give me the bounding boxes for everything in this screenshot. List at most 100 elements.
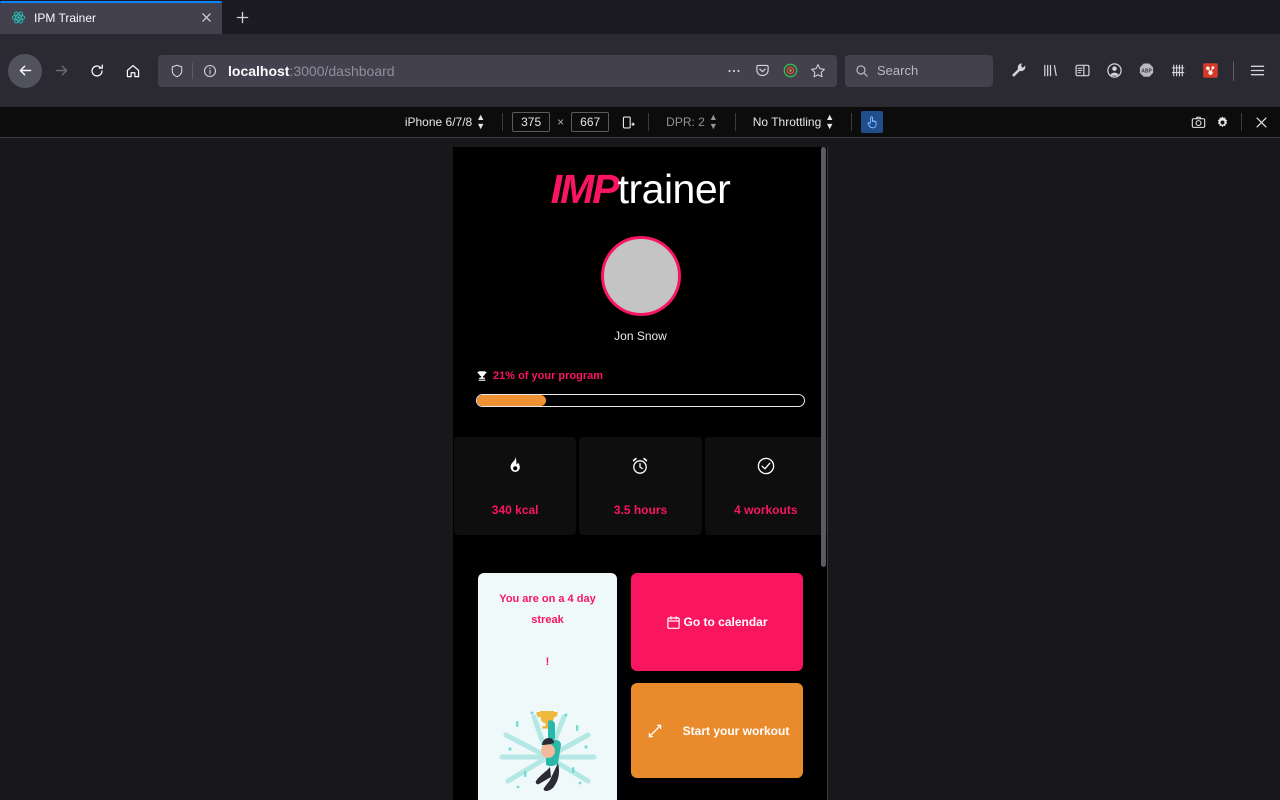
react-logo-icon [10,10,26,26]
dimension-separator: × [557,115,565,129]
dashboard-page: IMPtrainer Jon Snow 21% of your program … [453,147,827,800]
trophy-celebration-illustration [488,695,608,800]
device-viewport: IMPtrainer Jon Snow 21% of your program … [453,147,828,800]
button-label: Go to calendar [683,615,768,629]
search-icon [855,64,869,78]
app-header: IMPtrainer [453,147,827,210]
stat-card-calories: 340 kcal [454,437,577,535]
progress-label-row: 21% of your program [476,370,805,382]
app-logo: IMPtrainer [551,169,731,210]
check-circle-icon [756,455,776,477]
stats-row: 340 kcal 3.5 hours 4 workouts [453,437,827,535]
stat-card-hours: 3.5 hours [579,437,702,535]
search-placeholder: Search [877,63,919,78]
trophy-icon [476,370,488,382]
tab-title: IPM Trainer [34,10,97,25]
tabs-extension-icon[interactable] [1163,56,1193,86]
page-scrollbar[interactable] [820,147,827,800]
url-divider [192,62,193,79]
extension-toolbar: ABP [1003,56,1272,86]
hamburger-menu-icon[interactable] [1242,56,1272,86]
close-icon[interactable] [1250,111,1272,133]
program-progress: 21% of your program [453,370,827,407]
device-selector[interactable]: iPhone 6/7/8 ▲ ▼ [397,113,493,131]
stat-value: 4 workouts [734,503,798,517]
alarm-clock-icon [630,455,650,477]
rdm-controls: iPhone 6/7/8 ▲ ▼ 375 × 667 DPR: 2 ▲ ▼ No T… [0,111,1280,133]
viewport-width-input[interactable]: 375 [512,112,551,132]
chevron-updown-icon: ▲ ▼ [476,112,486,131]
dumbbell-icon [645,721,665,741]
rdm-divider [1241,113,1242,131]
close-icon[interactable] [196,8,216,28]
adblock-plus-icon[interactable]: ABP [1131,56,1161,86]
calendar-icon [666,615,681,630]
action-section: You are on a 4 day streak ! Go to calend… [453,573,827,800]
reload-icon[interactable] [80,54,114,88]
account-icon[interactable] [1099,56,1129,86]
sidebar-icon[interactable] [1067,56,1097,86]
avatar[interactable] [600,236,681,316]
info-circle-icon[interactable] [200,64,220,78]
home-icon[interactable] [116,54,150,88]
streak-line-1: You are on a 4 day streak [499,593,596,626]
camera-icon[interactable] [1187,111,1209,133]
dpr-selector[interactable]: DPR: 2 ▲ ▼ [658,113,726,131]
shield-icon[interactable] [166,64,188,78]
rdm-divider [734,113,736,131]
url-text[interactable]: localhost:3000/dashboard [222,63,719,79]
rdm-right-controls [1187,111,1280,133]
throttling-selector[interactable]: No Throttling ▲ ▼ [745,113,842,131]
touch-simulation-icon[interactable] [861,111,884,133]
rdm-divider [648,113,650,131]
stat-value: 3.5 hours [613,503,668,517]
browser-window: IPM Trainer localhost:3000/dashboard Sea… [0,0,1280,800]
user-profile: Jon Snow [453,236,827,343]
browser-tab[interactable]: IPM Trainer [0,1,222,34]
streak-card: You are on a 4 day streak ! [478,573,617,800]
ellipsis-icon[interactable] [721,58,747,84]
chevron-updown-icon: ▲ ▼ [708,112,718,131]
stat-value: 340 kcal [491,503,539,517]
gear-icon[interactable] [1211,111,1233,133]
wrench-devtools-icon[interactable] [1003,56,1033,86]
page-scroll-area: IMPtrainer Jon Snow 21% of your program … [453,147,827,800]
container-tab-icon[interactable] [777,58,803,84]
throttling-label: No Throttling [752,115,822,129]
responsive-design-toolbar: iPhone 6/7/8 ▲ ▼ 375 × 667 DPR: 2 ▲ ▼ No T… [0,107,1280,138]
pocket-icon[interactable] [749,58,775,84]
button-label: Start your workout [682,723,790,738]
new-tab-button[interactable] [228,3,256,31]
start-workout-button[interactable]: Start your workout [631,683,803,778]
progress-text: 21% of your program [493,370,604,382]
logo-secondary: trainer [617,166,731,212]
rdm-divider [851,113,853,131]
rdm-stage: IMPtrainer Jon Snow 21% of your program … [0,138,1280,800]
viewport-height-input[interactable]: 667 [571,112,610,132]
user-name: Jon Snow [614,329,667,343]
back-arrow-icon[interactable] [8,53,42,88]
toolbar-divider [1233,60,1234,81]
rdm-divider [502,113,504,131]
device-name: iPhone 6/7/8 [404,115,473,129]
navigation-toolbar: localhost:3000/dashboard Search ABP [0,34,1280,107]
flame-icon [506,455,524,477]
go-to-calendar-button[interactable]: Go to calendar [631,573,803,671]
url-bar[interactable]: localhost:3000/dashboard [158,54,837,87]
chevron-updown-icon: ▲ ▼ [825,112,835,131]
streak-line-2: ! [545,655,550,668]
progress-bar-fill [477,395,546,406]
dpr-label: DPR: 2 [666,115,705,129]
streak-message: You are on a 4 day streak ! [484,589,611,673]
url-host: localhost [228,62,290,79]
forward-arrow-icon [44,54,78,88]
library-icon[interactable] [1035,56,1065,86]
logo-primary: IMP [550,166,620,212]
search-input[interactable]: Search [845,54,993,87]
rotate-viewport-icon[interactable] [617,111,639,133]
url-path: :3000/dashboard [289,62,395,79]
star-icon[interactable] [805,58,831,84]
extension-icon[interactable] [1195,56,1225,86]
progress-bar [476,394,805,407]
action-buttons: Go to calendar Start your workout [631,573,803,800]
